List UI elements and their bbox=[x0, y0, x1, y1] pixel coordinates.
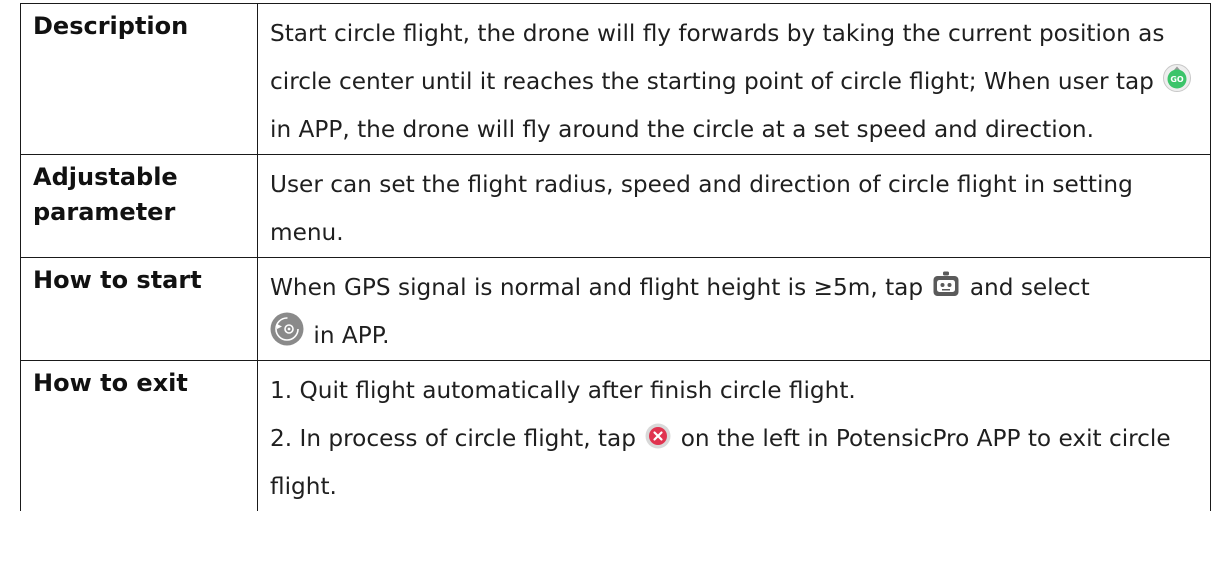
header-line-2: parameter bbox=[33, 198, 176, 226]
go-icon-label: GO bbox=[1171, 75, 1185, 84]
row-header-adjustable-parameter: Adjustable parameter bbox=[20, 154, 258, 258]
row-body-how-to-exit: 1. Quit flight automatically after finis… bbox=[257, 360, 1211, 511]
start-text-part1: When GPS signal is normal and flight hei… bbox=[270, 274, 924, 301]
table-row: Description Start circle flight, the dro… bbox=[20, 3, 1211, 155]
start-text-part3: in APP. bbox=[313, 322, 390, 349]
table-row: Adjustable parameter User can set the fli… bbox=[20, 154, 1211, 258]
description-text-part1: Start circle flight, the drone will fly … bbox=[270, 20, 1165, 95]
close-circle-icon bbox=[645, 423, 671, 449]
row-header-how-to-start: How to start bbox=[20, 257, 258, 361]
feature-spec-table: Description Start circle flight, the dro… bbox=[20, 3, 1211, 511]
circle-flight-icon bbox=[270, 312, 304, 346]
table-row: How to exit 1. Quit flight automatically… bbox=[20, 360, 1211, 511]
table-row: How to start When GPS signal is normal a… bbox=[20, 257, 1211, 361]
go-button-icon: GO bbox=[1163, 64, 1192, 92]
start-text-part2: and select bbox=[969, 274, 1090, 301]
exit-step-2-part1: 2. In process of circle flight, tap bbox=[270, 425, 636, 452]
header-line-1: Adjustable bbox=[33, 163, 178, 191]
exit-step-1: 1. Quit flight automatically after finis… bbox=[270, 377, 856, 404]
description-text-part2: in APP, the drone will fly around the ci… bbox=[270, 116, 1094, 143]
robot-icon bbox=[932, 270, 960, 298]
row-body-adjustable-parameter: User can set the flight radius, speed an… bbox=[257, 154, 1211, 258]
row-body-how-to-start: When GPS signal is normal and flight hei… bbox=[257, 257, 1211, 361]
row-header-description: Description bbox=[20, 3, 258, 155]
row-header-how-to-exit: How to exit bbox=[20, 360, 258, 511]
row-body-description: Start circle flight, the drone will fly … bbox=[257, 3, 1211, 155]
